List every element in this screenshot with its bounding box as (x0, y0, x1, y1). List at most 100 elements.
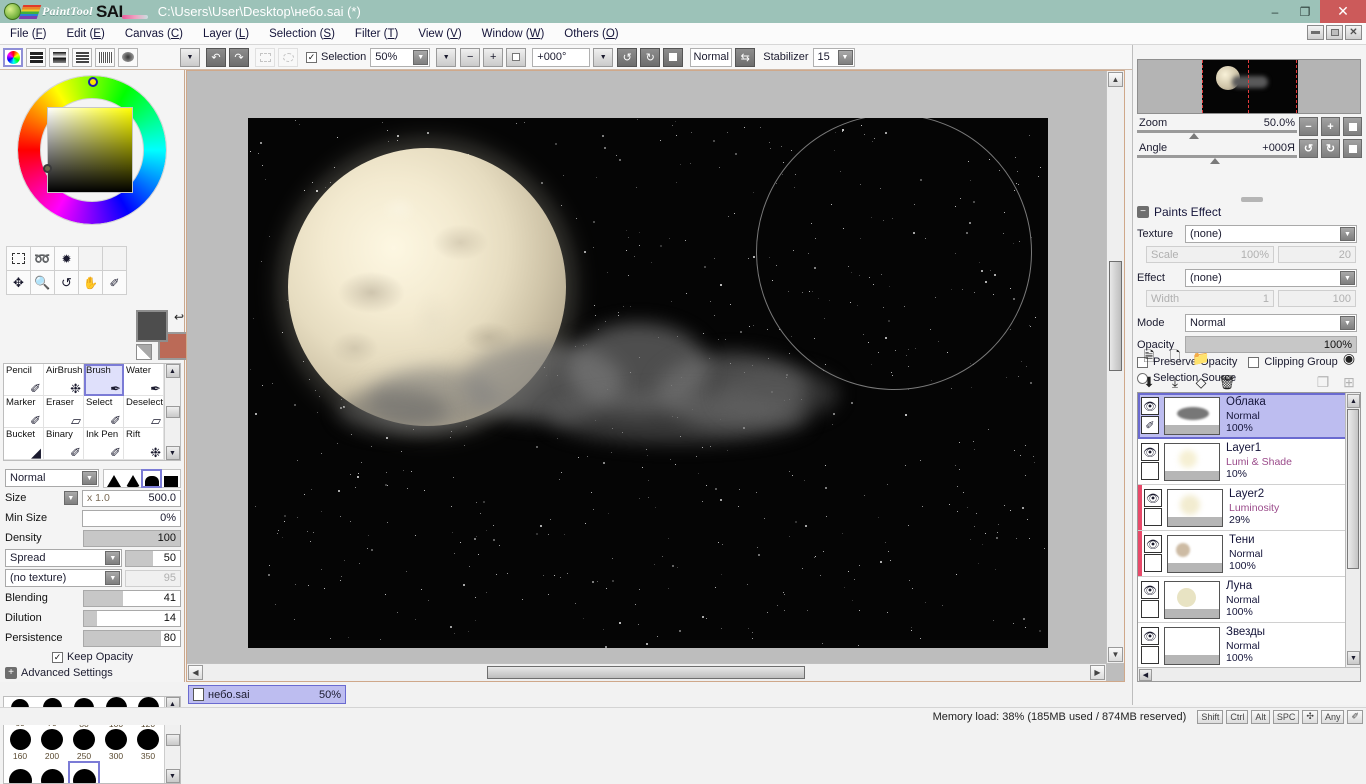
menu-file[interactable]: File (F) (0, 26, 56, 42)
close-button[interactable]: ✕ (1320, 0, 1366, 23)
size-preset-row3-selected[interactable] (68, 761, 100, 783)
scroll-right-icon[interactable]: ▶ (1090, 665, 1105, 680)
brush-texture-combo[interactable]: (no texture) ▼ (5, 569, 123, 587)
gradient-icon[interactable] (49, 47, 69, 67)
layer-mask-icon[interactable]: ◉ (1338, 348, 1360, 368)
scroll-down-icon[interactable]: ▼ (1347, 651, 1360, 665)
alt-key-indicator[interactable]: Alt (1251, 709, 1270, 724)
layer-list-scrollbar[interactable]: ▲ ▼ (1345, 393, 1360, 667)
ellipse-selection-marquee[interactable] (756, 118, 1032, 390)
size-preset-row3-e[interactable] (132, 761, 164, 783)
merge-down-icon[interactable]: ⤓ (1164, 372, 1186, 392)
vertical-scroll-thumb[interactable] (1109, 261, 1122, 371)
scrollbar-thumb[interactable] (165, 406, 180, 418)
blank-tool-slot-1[interactable] (78, 246, 103, 271)
brush-tool-marker[interactable]: Marker ✐ (4, 396, 44, 428)
scroll-down-icon[interactable]: ▼ (165, 446, 180, 460)
soft-tip-shape[interactable] (123, 470, 142, 487)
scroll-left-icon[interactable]: ◀ (1139, 669, 1152, 681)
mdi-restore-button[interactable] (1326, 25, 1343, 40)
chevron-down-icon[interactable]: ▼ (82, 471, 97, 485)
zoom-dropdown-button[interactable]: ▼ (436, 47, 457, 67)
expand-plus-icon[interactable]: + (5, 667, 17, 679)
import-layer-icon[interactable]: ⬇ (1138, 372, 1160, 392)
width-slider[interactable]: Width 1 (1146, 290, 1274, 307)
brush-tool-inkpen[interactable]: Ink Pen ✐ (84, 428, 124, 460)
brush-tool-airbrush[interactable]: AirBrush ❉ (44, 364, 84, 396)
menu-filter[interactable]: Filter (T) (345, 26, 408, 42)
magic-wand-tool-icon[interactable]: ✹ (54, 246, 79, 271)
chevron-down-icon[interactable]: ▼ (105, 571, 121, 585)
scroll-up-icon[interactable]: ▲ (165, 364, 180, 378)
sv-cursor[interactable] (43, 164, 52, 173)
brush-tool-select[interactable]: Select ✐ (84, 396, 124, 428)
size-preset-row3-a[interactable] (4, 761, 36, 783)
mdi-minimize-button[interactable] (1307, 25, 1324, 40)
dilution-slider[interactable]: 14 (82, 609, 181, 627)
menu-others[interactable]: Others (O) (554, 26, 628, 42)
zoom-in-icon[interactable]: + (483, 47, 504, 67)
layer-row-layer1[interactable]: 👁 Layer1 Lumi & Shade 10% (1138, 439, 1360, 485)
hand-tool-icon[interactable]: ✋ (78, 270, 103, 295)
pen-icon[interactable]: ✐ (1347, 709, 1363, 724)
zoom-reset-icon[interactable] (506, 47, 527, 67)
layer-row-luna[interactable]: 👁 Луна Normal 100% (1138, 577, 1360, 623)
chevron-down-icon[interactable]: ▼ (180, 47, 200, 67)
blank-tool-slot-2[interactable] (102, 246, 127, 271)
square-tip-shape[interactable] (161, 470, 180, 487)
rotate-right-icon[interactable]: ↻ (1321, 139, 1340, 158)
blending-slider[interactable]: 41 (82, 589, 181, 607)
rotate-cw-icon[interactable]: ↻ (640, 47, 661, 67)
size-preset-row3-b[interactable] (36, 761, 68, 783)
keep-opacity-checkbox[interactable]: ✓ (51, 651, 63, 663)
any-input-label[interactable]: Any (1320, 709, 1345, 724)
layer-select-icon[interactable]: ✐ (1141, 416, 1159, 434)
rotate-reset-icon[interactable] (1343, 139, 1362, 158)
layer-select-icon[interactable] (1144, 508, 1162, 526)
paints-effect-header[interactable]: − Paints Effect (1137, 205, 1221, 219)
move-tool-icon[interactable]: ✥ (6, 270, 31, 295)
scroll-left-icon[interactable]: ◀ (188, 665, 203, 680)
horizontal-scroll-thumb[interactable] (487, 666, 805, 679)
layer-visibility-icon[interactable]: 👁 (1144, 489, 1162, 507)
selection-checkbox[interactable]: ✓ (306, 51, 317, 63)
canvas-horizontal-scrollbar[interactable]: ◀ ▶ (187, 663, 1106, 681)
select-all-icon[interactable] (255, 47, 275, 67)
eyedropper-tool-icon[interactable]: ✐ (102, 270, 127, 295)
redo-icon[interactable]: ↷ (229, 47, 249, 67)
minimize-button[interactable]: – (1260, 0, 1290, 23)
density-slider[interactable]: 100 (82, 529, 181, 547)
scratchpad-icon[interactable] (26, 47, 46, 67)
rect-select-tool-icon[interactable] (6, 246, 31, 271)
brush-tool-pencil[interactable]: Pencil ✐ (4, 364, 44, 396)
size-value-field[interactable]: x 1.0 500.0 (82, 489, 182, 507)
layer-visibility-icon[interactable]: 👁 (1141, 397, 1159, 415)
zoom-dropdown-icon[interactable]: ▼ (413, 49, 429, 65)
undo-icon[interactable]: ↶ (206, 47, 226, 67)
rotate-tool-icon[interactable]: ↺ (54, 270, 79, 295)
layer-select-icon[interactable] (1141, 462, 1159, 480)
size-preset-300[interactable]: 300 (100, 729, 132, 761)
scale-amount-slider[interactable]: 20 (1278, 246, 1356, 263)
size-preset-row3-d[interactable] (100, 761, 132, 783)
color-picker-wheel[interactable] (0, 70, 185, 245)
spread-combo[interactable]: Spread ▼ (5, 549, 123, 567)
scroll-down-icon[interactable]: ▼ (165, 769, 180, 783)
chevron-down-icon[interactable]: ▼ (1340, 227, 1355, 241)
hue-cursor[interactable] (88, 77, 98, 87)
rotate-ccw-icon[interactable]: ↺ (617, 47, 638, 67)
menu-layer[interactable]: Layer (L) (193, 26, 259, 42)
scale-slider[interactable]: Scale 100% (1146, 246, 1274, 263)
clear-layer-icon[interactable]: ◇ (1190, 372, 1212, 392)
size-preset-350[interactable]: 350 (132, 729, 164, 761)
collapse-minus-icon[interactable]: − (1137, 206, 1149, 218)
dpad-icon[interactable]: ✣ (1302, 709, 1318, 724)
layer-visibility-icon[interactable]: 👁 (1144, 535, 1162, 553)
scrollbar-thumb[interactable] (165, 734, 180, 746)
size-preset-200[interactable]: 200 (36, 729, 68, 761)
mode-combo[interactable]: Normal ▼ (1185, 314, 1357, 332)
size-preset-250[interactable]: 250 (68, 729, 100, 761)
layer-row-oblaka[interactable]: 👁 ✐ Облака Normal 100% (1138, 393, 1360, 439)
menu-canvas[interactable]: Canvas (C) (115, 26, 193, 42)
layer-visibility-icon[interactable]: 👁 (1141, 627, 1159, 645)
